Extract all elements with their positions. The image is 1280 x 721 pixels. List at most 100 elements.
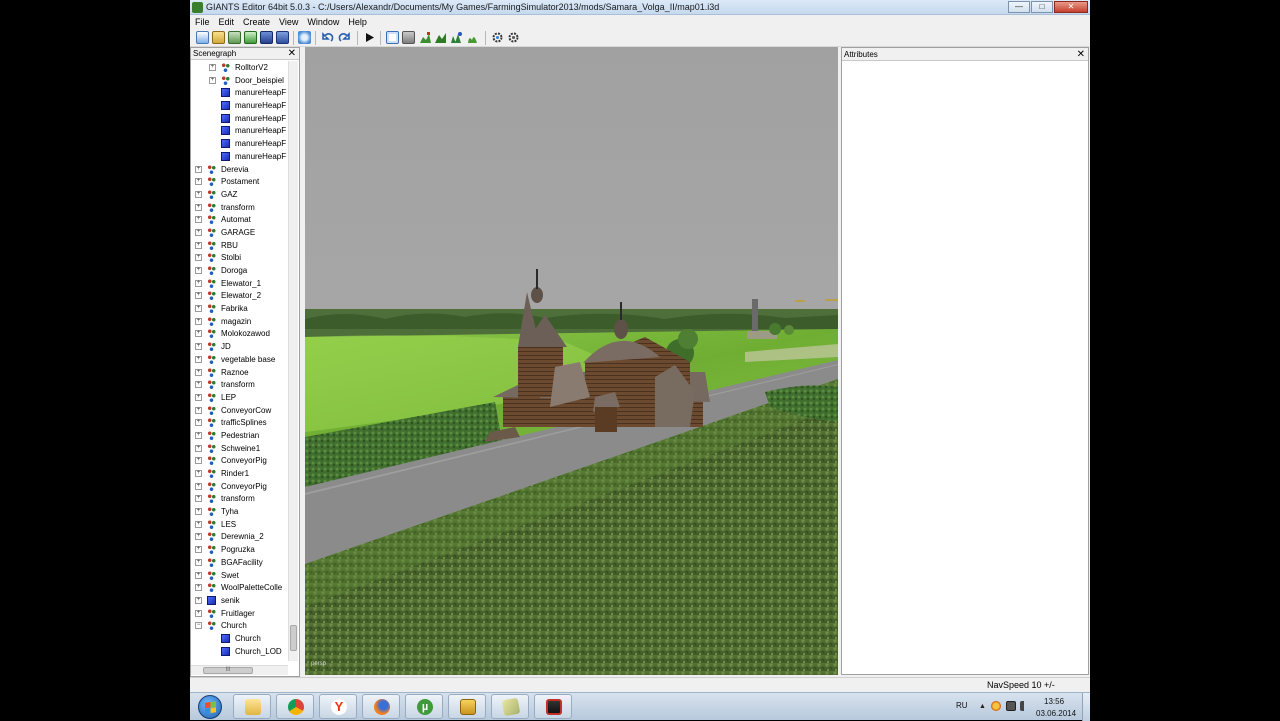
tree-node[interactable]: manureHeapF: [191, 150, 288, 163]
expand-toggle-icon[interactable]: +: [195, 444, 202, 452]
tree-node[interactable]: + Derevia: [191, 163, 288, 176]
tree-node[interactable]: + RolltorV2: [191, 61, 288, 74]
language-indicator[interactable]: RU: [956, 701, 968, 710]
tree-node[interactable]: + Stolbi: [191, 251, 288, 264]
start-button[interactable]: [198, 695, 222, 719]
refresh-icon[interactable]: [298, 31, 311, 44]
tree-node[interactable]: + Elewator_2: [191, 289, 288, 302]
gear-icon[interactable]: [491, 31, 504, 44]
tree-node[interactable]: + ConveyorPig: [191, 454, 288, 467]
new-icon[interactable]: [196, 31, 209, 44]
menu-edit[interactable]: Edit: [219, 15, 235, 29]
expand-toggle-icon[interactable]: +: [195, 267, 202, 274]
save-all-icon[interactable]: [276, 31, 289, 44]
expand-toggle-icon[interactable]: +: [195, 508, 202, 516]
expand-toggle-icon[interactable]: +: [195, 228, 202, 236]
expand-toggle-icon[interactable]: +: [195, 254, 202, 262]
expand-toggle-icon[interactable]: +: [195, 596, 202, 604]
import-icon[interactable]: [228, 31, 241, 44]
export-icon[interactable]: [244, 31, 257, 44]
scenegraph-close-button[interactable]: ✕: [288, 48, 296, 60]
volume-icon[interactable]: [1020, 701, 1030, 711]
tree-node[interactable]: + Doroga: [191, 264, 288, 277]
tree-node[interactable]: + GAZ: [191, 188, 288, 201]
clock-date[interactable]: 03.06.2014: [1036, 709, 1076, 718]
expand-toggle-icon[interactable]: +: [195, 609, 202, 617]
expand-toggle-icon[interactable]: +: [195, 190, 202, 198]
tree-node[interactable]: Church: [191, 632, 288, 645]
menu-view[interactable]: View: [279, 15, 298, 29]
tree-node[interactable]: manureHeapF: [191, 112, 288, 125]
tree-node[interactable]: + JD: [191, 340, 288, 353]
save-icon[interactable]: [260, 31, 273, 44]
tree-node[interactable]: Church_LOD: [191, 645, 288, 658]
expand-toggle-icon[interactable]: +: [195, 419, 202, 427]
tree-node[interactable]: + vegetable base: [191, 353, 288, 366]
expand-toggle-icon[interactable]: +: [195, 178, 202, 186]
taskbar-utorrent[interactable]: µ: [405, 694, 443, 719]
expand-toggle-icon[interactable]: +: [195, 431, 202, 439]
tree-node[interactable]: manureHeapF: [191, 99, 288, 112]
expand-toggle-icon[interactable]: +: [195, 571, 202, 579]
taskbar-file-explorer[interactable]: [233, 694, 271, 719]
menu-create[interactable]: Create: [243, 15, 270, 29]
expand-toggle-icon[interactable]: +: [195, 216, 202, 224]
tree-node[interactable]: + Elewator_1: [191, 277, 288, 290]
expand-toggle-icon[interactable]: +: [195, 165, 202, 173]
taskbar-yandex-browser[interactable]: Y: [319, 694, 357, 719]
tree-node[interactable]: − Church: [191, 619, 288, 632]
play-icon[interactable]: [363, 31, 376, 44]
taskbar-notes-app[interactable]: [491, 694, 529, 719]
tree-node[interactable]: + Automat: [191, 213, 288, 226]
undo-icon[interactable]: [321, 31, 334, 44]
tree-node[interactable]: + transform: [191, 492, 288, 505]
tree-node[interactable]: + BGAFacility: [191, 556, 288, 569]
expand-toggle-icon[interactable]: +: [195, 381, 202, 389]
attributes-close-button[interactable]: ✕: [1077, 48, 1085, 61]
menu-window[interactable]: Window: [307, 15, 339, 29]
expand-toggle-icon[interactable]: +: [195, 343, 202, 351]
tree-node[interactable]: + RBU: [191, 239, 288, 252]
tray-app-icon[interactable]: [991, 701, 1001, 711]
tree-node[interactable]: + transform: [191, 201, 288, 214]
tree-node[interactable]: + Fruitlager: [191, 607, 288, 620]
open-icon[interactable]: [212, 31, 225, 44]
scrollbar-thumb-grip[interactable]: III: [203, 667, 253, 674]
tree-node[interactable]: + Door_beispiel: [191, 74, 288, 87]
tree-node[interactable]: + magazin: [191, 315, 288, 328]
expand-toggle-icon[interactable]: +: [195, 305, 202, 313]
maximize-button[interactable]: □: [1031, 1, 1053, 13]
scrollbar-thumb[interactable]: [290, 625, 297, 651]
network-icon[interactable]: [1006, 701, 1016, 711]
expand-toggle-icon[interactable]: +: [195, 470, 202, 477]
scenegraph-horizontal-scrollbar[interactable]: III: [191, 665, 288, 675]
taskbar-folder-app[interactable]: [448, 694, 486, 719]
tree-node[interactable]: + Fabrika: [191, 302, 288, 315]
tree-node[interactable]: + Pedestrian: [191, 429, 288, 442]
tree-node[interactable]: + GARAGE: [191, 226, 288, 239]
foliage-icon[interactable]: [450, 31, 463, 44]
expand-toggle-icon[interactable]: +: [195, 457, 202, 465]
redo-icon[interactable]: [338, 31, 351, 44]
tree-node[interactable]: manureHeapF: [191, 137, 288, 150]
tree-node[interactable]: + senik: [191, 594, 288, 607]
taskbar-recorder-app[interactable]: [534, 694, 572, 719]
clock-time[interactable]: 13:56: [1044, 697, 1064, 706]
tree-node[interactable]: + LES: [191, 518, 288, 531]
expand-toggle-icon[interactable]: +: [195, 317, 202, 325]
expand-toggle-icon[interactable]: +: [195, 495, 202, 503]
tree-node[interactable]: + Rinder1: [191, 467, 288, 480]
move-mode-icon[interactable]: [402, 31, 415, 44]
tree-node[interactable]: + ConveyorCow: [191, 404, 288, 417]
expand-toggle-icon[interactable]: +: [195, 546, 202, 554]
expand-toggle-icon[interactable]: +: [195, 584, 202, 592]
minimize-button[interactable]: —: [1008, 1, 1030, 13]
expand-toggle-icon[interactable]: +: [195, 406, 202, 414]
terrain-sculpt-icon[interactable]: [434, 31, 447, 44]
expand-toggle-icon[interactable]: +: [195, 393, 202, 401]
menu-file[interactable]: File: [195, 15, 210, 29]
taskbar-chrome[interactable]: [276, 694, 314, 719]
expand-toggle-icon[interactable]: +: [195, 558, 202, 566]
close-button[interactable]: ✕: [1054, 1, 1088, 13]
expand-toggle-icon[interactable]: +: [195, 482, 202, 490]
